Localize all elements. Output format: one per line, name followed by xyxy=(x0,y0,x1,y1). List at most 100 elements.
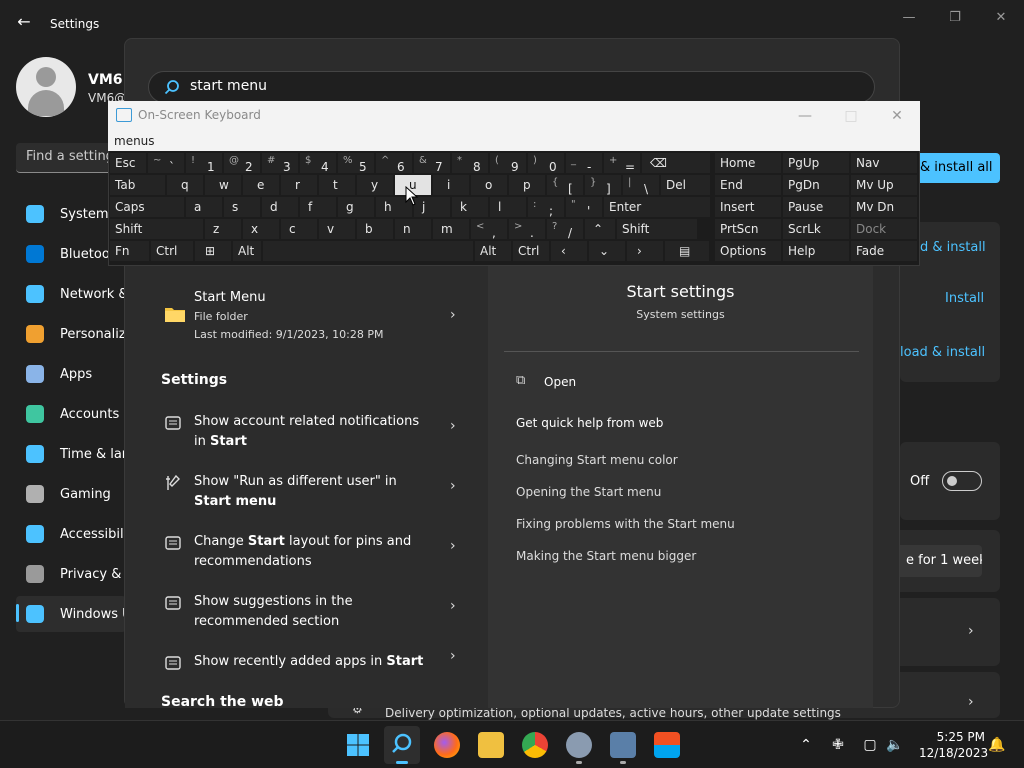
key-10[interactable]: ) 0 xyxy=(527,152,565,174)
file-explorer-icon[interactable] xyxy=(478,732,504,758)
key-sym[interactable]: :; xyxy=(527,196,565,218)
key-alt-right[interactable]: Alt xyxy=(474,240,512,262)
sidebar-item-9[interactable]: Privacy & security xyxy=(16,556,126,592)
key-d[interactable]: d xyxy=(261,196,299,218)
minimize-icon[interactable]: — xyxy=(792,105,818,127)
key-enter[interactable]: Enter xyxy=(603,196,711,218)
key-help[interactable]: Help xyxy=(782,240,850,262)
install-all-button[interactable]: & install all xyxy=(906,153,1000,183)
key-a[interactable]: a xyxy=(185,196,223,218)
key-pgup[interactable]: PgUp xyxy=(782,152,850,174)
taskbar-search-icon[interactable] xyxy=(390,732,414,756)
key-c[interactable]: c xyxy=(280,218,318,240)
key-alt-left[interactable]: Alt xyxy=(232,240,262,262)
key-dock[interactable]: Dock xyxy=(850,218,918,240)
notification-bell-icon[interactable]: 🔔 xyxy=(988,736,1006,754)
key-sym[interactable]: " ' xyxy=(565,196,603,218)
key-z[interactable]: z xyxy=(204,218,242,240)
key-v[interactable]: v xyxy=(318,218,356,240)
arrow-right-key[interactable]: › xyxy=(626,240,664,262)
key-k[interactable]: k xyxy=(451,196,489,218)
menu-key[interactable]: ▤ xyxy=(664,240,710,262)
key-sym[interactable]: {[ xyxy=(546,174,584,196)
key-mvup[interactable]: Mv Up xyxy=(850,174,918,196)
volume-muted-icon[interactable]: 🔈 xyxy=(886,736,904,754)
download-install-link[interactable]: d & install xyxy=(920,240,986,255)
settings-gear-icon[interactable] xyxy=(566,732,592,758)
key-p[interactable]: p xyxy=(508,174,546,196)
network-off-icon[interactable]: ✙ xyxy=(829,736,847,754)
key-y[interactable]: y xyxy=(356,174,394,196)
download-install-link-2[interactable]: load & install xyxy=(900,345,985,360)
sidebar-item-2[interactable]: Network & internet xyxy=(16,276,126,312)
key-options[interactable]: Options xyxy=(714,240,782,262)
key-fade[interactable]: Fade xyxy=(850,240,918,262)
settings-result-item[interactable]: Change Start layout for pins and recomme… xyxy=(164,532,464,572)
back-arrow-icon[interactable]: ← xyxy=(14,12,34,32)
sidebar-item-4[interactable]: Apps xyxy=(16,356,126,392)
open-link[interactable]: Open xyxy=(544,375,576,389)
key-scrlk[interactable]: ScrLk xyxy=(782,218,850,240)
minimize-icon[interactable]: — xyxy=(893,8,925,28)
key-ctrl-right[interactable]: Ctrl xyxy=(512,240,550,262)
web-help-link[interactable]: Changing Start menu color xyxy=(516,453,678,467)
key-w[interactable]: w xyxy=(204,174,242,196)
maximize-icon[interactable]: ❐ xyxy=(939,8,971,28)
key-mvdn[interactable]: Mv Dn xyxy=(850,196,918,218)
key-0[interactable]: ~ ` xyxy=(147,152,185,174)
prediction-word[interactable]: menus xyxy=(114,134,155,148)
key-pgdn[interactable]: PgDn xyxy=(782,174,850,196)
key-7[interactable]: & 7 xyxy=(413,152,451,174)
key-home[interactable]: Home xyxy=(714,152,782,174)
settings-result-item[interactable]: Show "Run as different user" in Start me… xyxy=(164,472,464,512)
clock-time[interactable]: 5:25 PM xyxy=(935,730,985,744)
chrome-icon[interactable] xyxy=(522,732,548,758)
key-sym[interactable]: }] xyxy=(584,174,622,196)
key-b[interactable]: b xyxy=(356,218,394,240)
key-sym[interactable]: >. xyxy=(508,218,546,240)
space-key[interactable] xyxy=(262,240,474,262)
key-prtscn[interactable]: PrtScn xyxy=(714,218,782,240)
key-r[interactable]: r xyxy=(280,174,318,196)
key-11[interactable]: _ - xyxy=(565,152,603,174)
key-fn[interactable]: Fn xyxy=(109,240,150,262)
key-shift-right[interactable]: Shift xyxy=(616,218,698,240)
key-ctrl-left[interactable]: Ctrl xyxy=(150,240,194,262)
key-1[interactable]: ! 1 xyxy=(185,152,223,174)
key-s[interactable]: s xyxy=(223,196,261,218)
key-2[interactable]: @2 xyxy=(223,152,261,174)
clock-date[interactable]: 12/18/2023 xyxy=(919,746,988,760)
search-input[interactable] xyxy=(190,78,790,94)
arrow-left-key[interactable]: ‹ xyxy=(550,240,588,262)
sidebar-item-10[interactable]: Windows Update xyxy=(16,596,126,632)
sidebar-item-3[interactable]: Personalization xyxy=(16,316,126,352)
key-nav[interactable]: Nav xyxy=(850,152,918,174)
key-pause[interactable]: Pause xyxy=(782,196,850,218)
key-e[interactable]: e xyxy=(242,174,280,196)
key-q[interactable]: q xyxy=(166,174,204,196)
windows-start-icon[interactable] xyxy=(346,733,370,757)
key-o[interactable]: o xyxy=(470,174,508,196)
settings-result-item[interactable]: Show recently added apps in Start xyxy=(164,652,464,674)
key-x[interactable]: x xyxy=(242,218,280,240)
key-del[interactable]: Del xyxy=(660,174,711,196)
key-f[interactable]: f xyxy=(299,196,337,218)
sidebar-item-6[interactable]: Time & language xyxy=(16,436,126,472)
key-l[interactable]: l xyxy=(489,196,527,218)
key-m[interactable]: m xyxy=(432,218,470,240)
key-sym[interactable]: <, xyxy=(470,218,508,240)
key-9[interactable]: (9 xyxy=(489,152,527,174)
best-match-title[interactable]: Start Menu xyxy=(194,290,266,305)
arrow-up-key[interactable]: ⌃ xyxy=(584,218,616,240)
backspace-key[interactable]: ⌫ xyxy=(641,152,711,174)
pause-week-button[interactable]: e for 1 week xyxy=(892,545,982,577)
key-12[interactable]: + = xyxy=(603,152,641,174)
key-caps[interactable]: Caps xyxy=(109,196,185,218)
key-n[interactable]: n xyxy=(394,218,432,240)
key-t[interactable]: t xyxy=(318,174,356,196)
sidebar-item-8[interactable]: Accessibility xyxy=(16,516,126,552)
key-insert[interactable]: Insert xyxy=(714,196,782,218)
display-icon[interactable]: ▢ xyxy=(861,736,879,754)
chevron-up-icon[interactable]: ⌃ xyxy=(797,736,815,754)
store-icon[interactable] xyxy=(654,732,680,758)
